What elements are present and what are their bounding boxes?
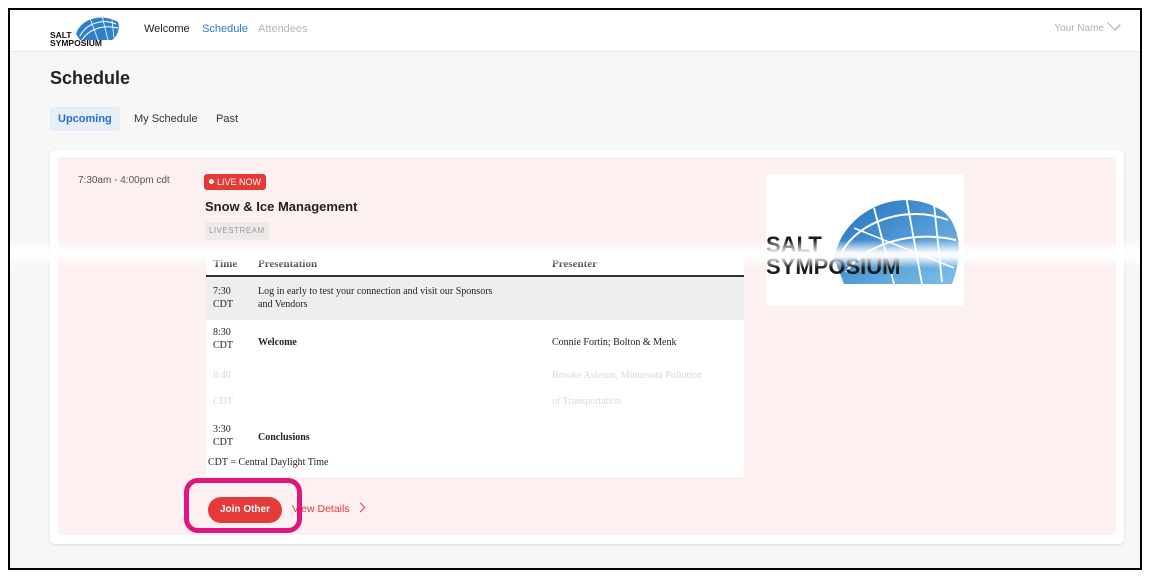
- row-presentation: Conclusions: [258, 432, 310, 443]
- table-footnote: CDT = Central Daylight Time: [208, 457, 329, 468]
- tab-past[interactable]: Past: [208, 107, 246, 131]
- chevron-down-icon: [1107, 17, 1121, 31]
- row-time: 7:30 CDT: [213, 286, 233, 310]
- logo-text: SALT SYMPOSIUM: [50, 30, 102, 48]
- row-presenter: Connie Fortin; Bolton & Menk: [552, 337, 677, 348]
- live-now-badge: LIVE NOW: [204, 174, 267, 190]
- table-row: 3:30 CDT Conclusions: [206, 417, 744, 457]
- row-presentation: Log in early to test your connection and…: [258, 286, 493, 310]
- view-details-link[interactable]: View Details: [292, 502, 366, 515]
- table-row: 7:30 CDT Log in early to test your connec…: [206, 277, 744, 320]
- table-row: 8:30 CDT Welcome Connie Fortin; Bolton & …: [206, 320, 744, 363]
- user-menu[interactable]: Your Name: [1054, 17, 1121, 34]
- tab-my-schedule[interactable]: My Schedule: [126, 107, 206, 131]
- row-time: 8:30 CDT: [213, 327, 233, 351]
- livestream-tag: LIVESTREAM: [205, 222, 269, 240]
- salt-symposium-logo[interactable]: SALT SYMPOSIUM: [44, 14, 126, 50]
- row-presenter: Brooke Asleson, Minnesota Pollution of Tr…: [552, 370, 702, 407]
- chevron-right-icon: [355, 502, 366, 513]
- nav-schedule[interactable]: Schedule: [202, 23, 248, 35]
- top-navigation: SALT SYMPOSIUM Welcome Schedule Attendees…: [10, 10, 1140, 52]
- highlight-annotation: [184, 478, 302, 533]
- nav-welcome[interactable]: Welcome: [144, 23, 190, 35]
- nav-attendees[interactable]: Attendees: [258, 23, 308, 35]
- row-presentation: Welcome: [258, 337, 297, 348]
- app-window: SALT SYMPOSIUM Welcome Schedule Attendees…: [8, 8, 1142, 570]
- table-row: 8:40 CDT Brooke Asleson, Minnesota Pollut…: [206, 363, 744, 417]
- row-time: 8:40 CDT: [213, 370, 233, 407]
- row-time: 3:30 CDT: [213, 424, 233, 448]
- scroll-fade-overlay: [10, 240, 1140, 268]
- table-footnote-row: CDT = Central Daylight Time: [206, 457, 744, 477]
- event-title[interactable]: Snow & Ice Management: [205, 199, 357, 214]
- page-title: Schedule: [50, 68, 131, 88]
- schedule-table: Time Presentation Presenter 7:30CDT Log …: [206, 250, 744, 477]
- user-name: Your Name: [1054, 23, 1104, 34]
- live-dot-icon: [209, 179, 214, 184]
- tab-upcoming[interactable]: Upcoming: [50, 107, 120, 131]
- event-time-range: 7:30am - 4:00pm cdt: [78, 175, 170, 186]
